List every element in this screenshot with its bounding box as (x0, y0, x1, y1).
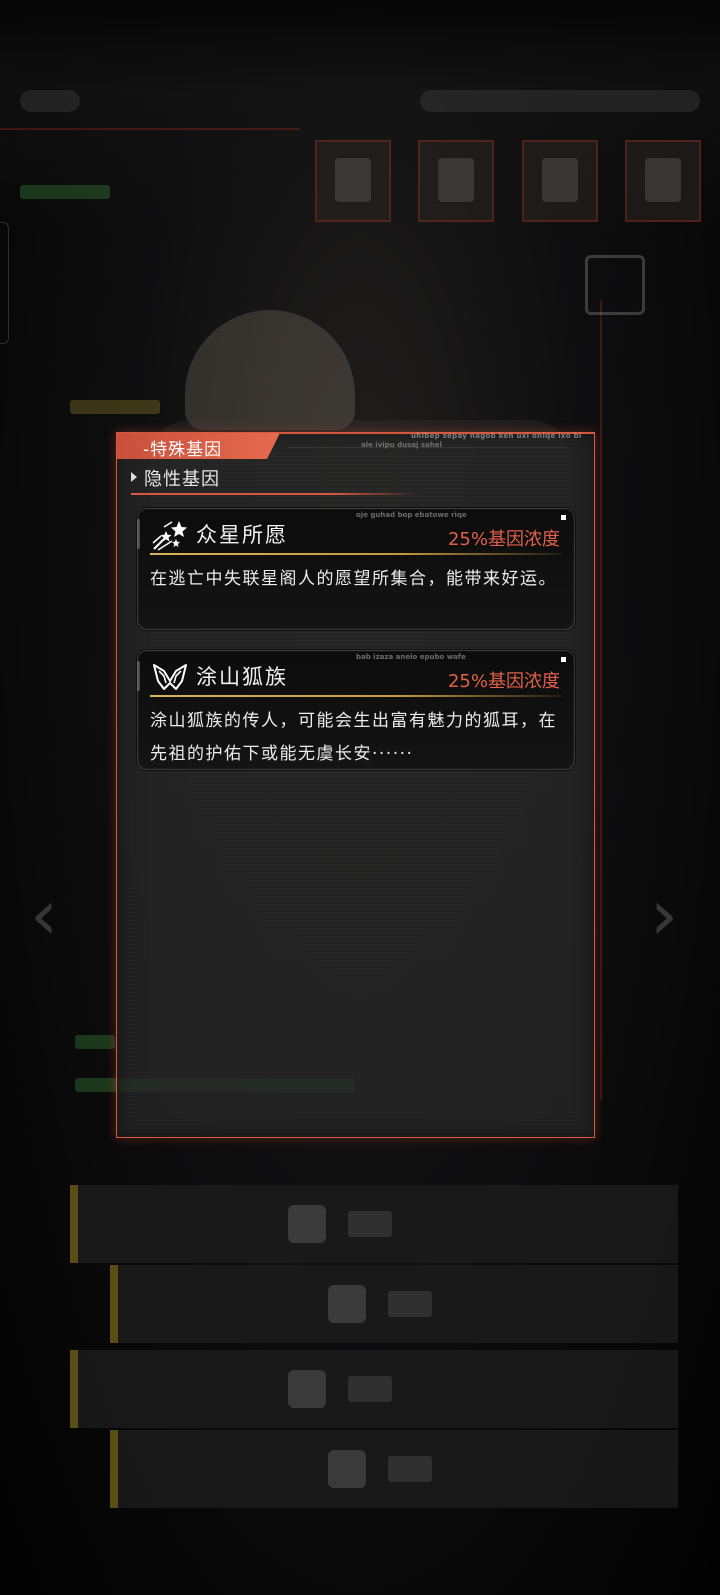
gene-name: 众星所愿 (196, 523, 288, 547)
background-menu-button-1 (70, 1185, 678, 1263)
shooting-stars-icon (152, 519, 188, 551)
background-toolbar-icons (420, 90, 700, 112)
card-decorative-text: bab izaza anelo epubo wafe (356, 653, 466, 661)
background-menu-button-4 (110, 1430, 678, 1508)
gene-concentration: 25%基因浓度 (447, 529, 560, 550)
gene-card[interactable]: bab izaza anelo epubo wafe 涂山狐族 25%基因浓度 … (137, 650, 575, 770)
gene-name: 涂山狐族 (196, 665, 288, 689)
special-gene-panel[interactable]: -特殊基因 uhibep sepay nagob keh uxi oniqe i… (116, 432, 595, 1138)
card-decorative-text: oje guhad bop ebatowe riqe (356, 511, 467, 519)
background-prev-arrow: ‹ (30, 874, 58, 956)
background-menu-button-3 (70, 1350, 678, 1428)
special-gene-tab-label: -特殊基因 (143, 440, 223, 460)
background-yellow-text (70, 400, 160, 414)
gene-description: 涂山狐族的传人，可能会生出富有魅力的狐耳，在先祖的护佑下或能无虞长安······ (150, 711, 557, 764)
gene-title-rule (150, 553, 562, 555)
background-green-text-2 (75, 1035, 115, 1049)
background-next-arrow: › (650, 874, 678, 956)
gene-title-rule (150, 695, 562, 697)
gene-concentration: 25%基因浓度 (447, 671, 560, 692)
background-back-button (585, 255, 645, 315)
card-corner-marker (561, 515, 566, 520)
background-equip-slot-2 (418, 140, 494, 222)
card-corner-marker (561, 657, 566, 662)
special-gene-tab: -特殊基因 (117, 433, 280, 459)
decorative-grid-line (287, 447, 567, 448)
background-equip-slot-4 (625, 140, 701, 222)
expand-triangle-icon (131, 472, 137, 482)
decorative-code-text: uhibep sepay nagob keh uxi oniqe ixo bi (411, 432, 582, 440)
background-equip-slot-3 (522, 140, 598, 222)
background-red-line (0, 128, 300, 130)
background-equip-slot-1 (315, 140, 391, 222)
section-underline (131, 493, 419, 495)
gene-card[interactable]: oje guhad bop ebatowe riqe 众星所愿 25%基因浓度 … (137, 508, 575, 630)
recessive-gene-label: 隐性基因 (144, 469, 220, 490)
background-menu-button-2 (110, 1265, 678, 1343)
gene-description: 在逃亡中失联星阁人的愿望所集合，能带来好运。 (150, 569, 557, 589)
background-red-line-2 (600, 300, 602, 1100)
background-status-icon (20, 90, 80, 112)
fox-ears-icon (152, 661, 188, 693)
background-green-text (20, 185, 110, 199)
background-side-tab (0, 222, 9, 344)
